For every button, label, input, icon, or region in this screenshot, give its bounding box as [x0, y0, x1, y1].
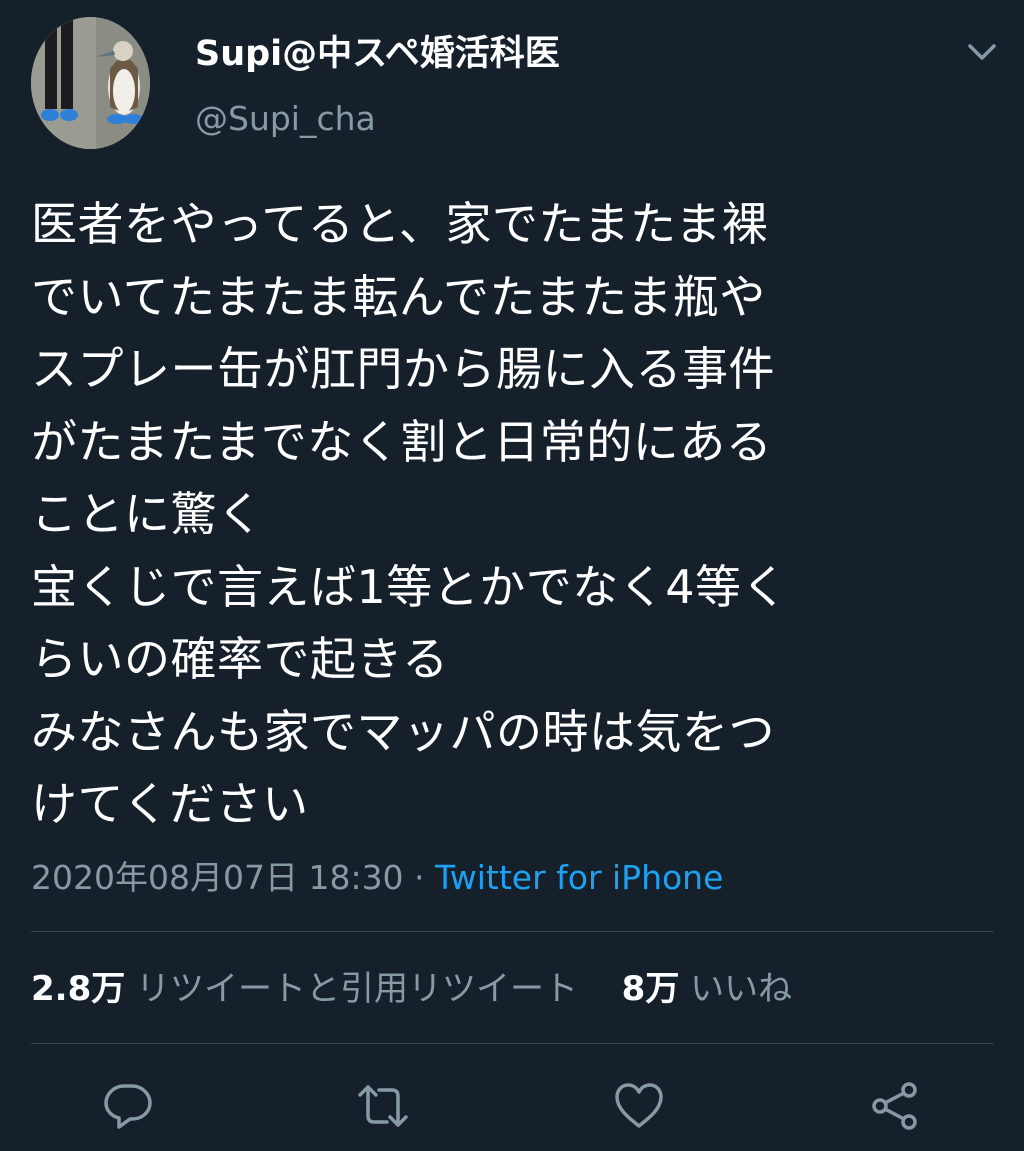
tweet-text: 医者をやってると、家でたまたま裸 でいてたまたま転んでたまたま瓶や スプレー缶が… — [31, 197, 789, 831]
user-handle[interactable]: @Supi_cha — [195, 98, 376, 140]
share-button[interactable] — [867, 1078, 923, 1134]
like-button[interactable] — [611, 1078, 667, 1134]
share-icon — [872, 1082, 917, 1130]
likes-stat[interactable]: 8万 いいね — [622, 969, 792, 1009]
meta-separator: · — [403, 858, 436, 897]
retweets-stat[interactable]: 2.8万 リツイートと引用リツイート — [31, 969, 578, 1009]
display-name[interactable]: Supi@中スペ婚活科医 — [195, 32, 560, 76]
tweet-stats: 2.8万 リツイートと引用リツイート 8万 いいね — [31, 966, 792, 1012]
heart-icon — [615, 1083, 663, 1128]
tweet-meta: 2020年08月07日 18:30 · Twitter for iPhone — [31, 856, 723, 900]
timestamp[interactable]: 2020年08月07日 18:30 — [31, 858, 404, 897]
retweets-label: リツイートと引用リツイート — [136, 969, 579, 1009]
likes-label: いいね — [690, 969, 793, 1009]
avatar[interactable] — [31, 17, 150, 149]
source-link[interactable]: Twitter for iPhone — [435, 858, 723, 897]
retweet-button[interactable] — [355, 1078, 411, 1134]
reply-icon — [104, 1084, 152, 1129]
reply-button[interactable] — [100, 1078, 156, 1134]
avatar-image — [31, 17, 150, 149]
likes-count: 8万 — [621, 969, 680, 1009]
retweet-icon — [358, 1085, 408, 1127]
divider — [31, 1043, 994, 1044]
retweets-count: 2.8万 — [31, 969, 126, 1009]
chevron-down-icon[interactable] — [962, 38, 1002, 68]
divider — [31, 931, 994, 932]
